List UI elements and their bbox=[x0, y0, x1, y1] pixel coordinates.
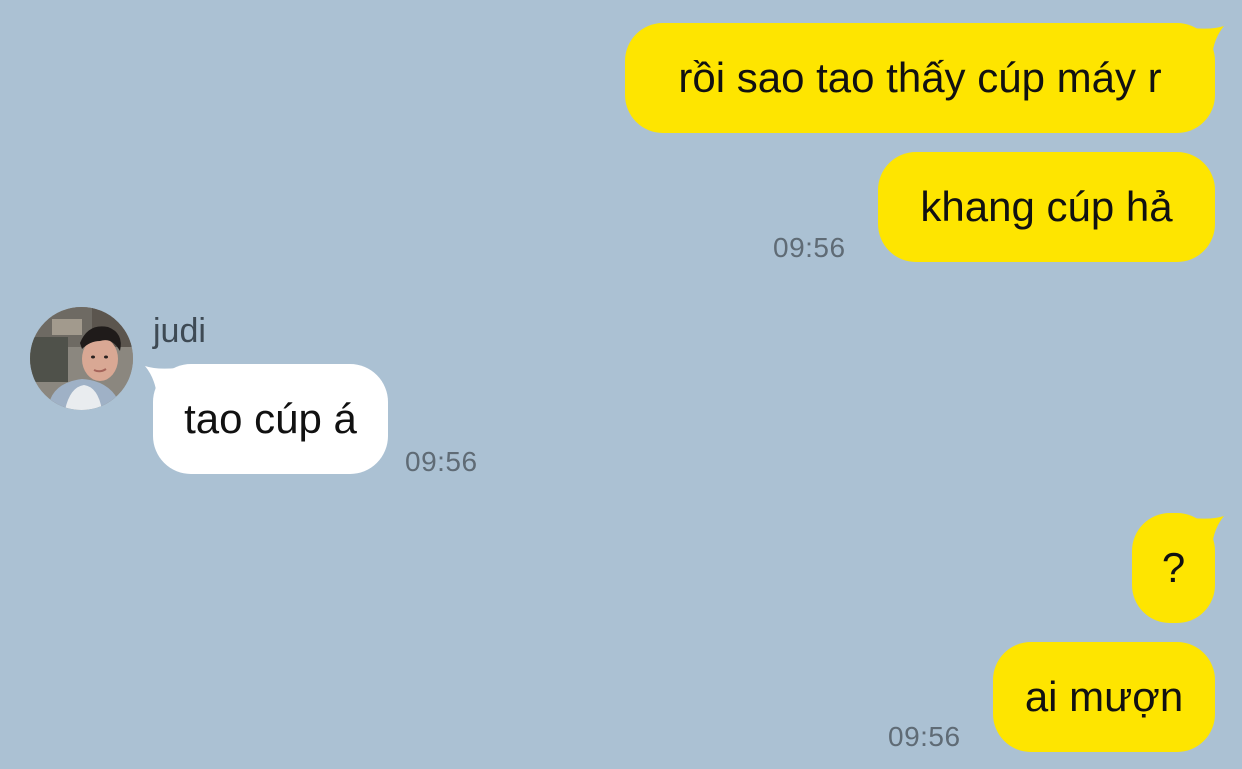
message-timestamp: 09:56 bbox=[405, 446, 478, 477]
chat-message-list[interactable]: rồi sao tao thấy cúp máy r khang cúp hả … bbox=[0, 0, 1242, 769]
bubble-tail-icon bbox=[1192, 26, 1224, 56]
sender-name: judi bbox=[153, 312, 206, 350]
outgoing-message-bubble[interactable]: rồi sao tao thấy cúp máy r bbox=[625, 23, 1215, 133]
message-timestamp: 09:56 bbox=[888, 721, 961, 752]
message-text: khang cúp hả bbox=[920, 183, 1173, 230]
bubble-tail-icon bbox=[1192, 516, 1224, 546]
message-text: tao cúp á bbox=[184, 395, 357, 442]
profile-photo-icon bbox=[30, 307, 133, 410]
message-text: ? bbox=[1161, 544, 1186, 591]
message-timestamp: 09:56 bbox=[773, 232, 846, 263]
incoming-message-bubble[interactable]: tao cúp á bbox=[153, 364, 388, 474]
message-text: ai mượn bbox=[1024, 673, 1184, 720]
outgoing-message-bubble[interactable]: khang cúp hả bbox=[878, 152, 1215, 262]
message-text: rồi sao tao thấy cúp máy r bbox=[678, 54, 1162, 101]
outgoing-message-bubble[interactable]: ai mượn bbox=[993, 642, 1215, 752]
contact-avatar[interactable] bbox=[30, 307, 133, 410]
